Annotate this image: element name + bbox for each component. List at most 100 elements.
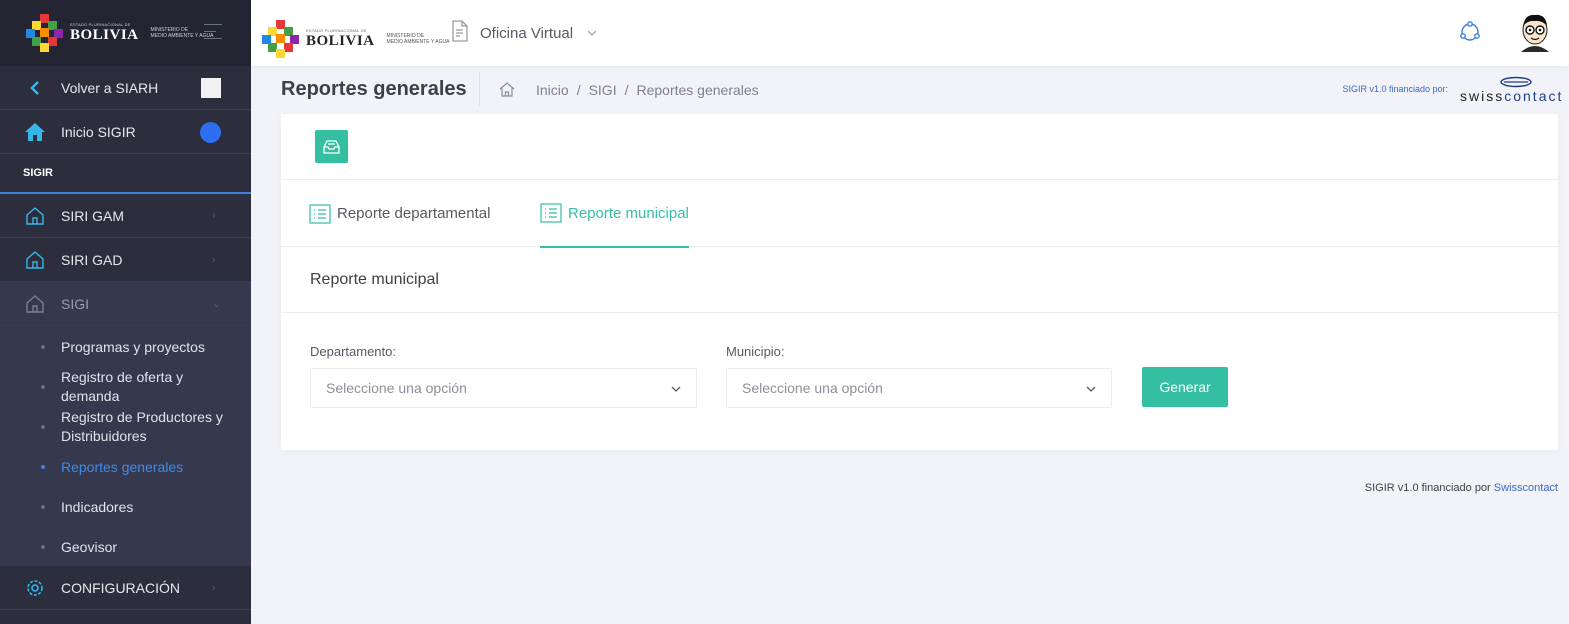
departamento-label: Departamento: xyxy=(310,344,396,359)
submenu-item-oferta[interactable]: Registro de oferta y demanda xyxy=(0,368,251,408)
card-header xyxy=(281,114,1558,180)
submenu-item-reportes[interactable]: Reportes generales xyxy=(0,457,251,477)
footer: SIGIR v1.0 financiado por Swisscontact xyxy=(1365,482,1558,494)
breadcrumb-separator: / xyxy=(576,82,581,98)
chevron-right-icon: › xyxy=(212,253,216,266)
bullet xyxy=(41,345,45,349)
sidebar-item-configuracion[interactable]: CONFIGURACIÓN › xyxy=(0,566,251,610)
breadcrumb-reportes[interactable]: Reportes generales xyxy=(636,82,758,98)
inbox-tray-button[interactable] xyxy=(315,130,348,163)
submenu-item-geovisor[interactable]: Geovisor xyxy=(0,537,251,557)
chevron-down-icon xyxy=(1085,382,1097,398)
breadcrumb-separator: / xyxy=(624,82,629,98)
swisscontact-logo: swisscontact xyxy=(1460,76,1561,104)
report-form: Departamento: Seleccione una opción Muni… xyxy=(281,313,1558,449)
chevron-down-icon xyxy=(670,382,682,398)
sidebar-item-siri-gad[interactable]: SIRI GAD › xyxy=(0,238,251,282)
submenu-item-productores[interactable]: Registro de Productores y Distribuidores xyxy=(0,408,251,448)
sidebar-item-label: Inicio SIGIR xyxy=(61,123,136,140)
chevron-left-icon xyxy=(24,77,46,99)
bolivia-emblem-icon xyxy=(262,20,300,58)
home-icon xyxy=(24,121,46,143)
house-outline-icon xyxy=(24,205,46,227)
sidebar-section-sigir: SIGIR xyxy=(0,154,251,194)
report-card: Reporte departamental Reporte municipal … xyxy=(281,114,1558,450)
sidebar-item-siri-gam[interactable]: SIRI GAM › xyxy=(0,194,251,238)
submenu-label: Geovisor xyxy=(61,539,118,555)
house-outline-icon xyxy=(24,293,46,315)
sigi-submenu: Programas y proyectos Registro de oferta… xyxy=(0,326,251,566)
user-avatar[interactable] xyxy=(1515,10,1555,54)
footer-link-swisscontact[interactable]: Swisscontact xyxy=(1494,482,1558,494)
divider xyxy=(479,72,480,106)
departamento-select[interactable]: Seleccione una opción xyxy=(310,368,697,408)
submenu-label: Programas y proyectos xyxy=(61,339,205,355)
bullet xyxy=(41,425,45,429)
list-icon xyxy=(309,203,331,224)
house-outline-icon xyxy=(24,249,46,271)
chevron-right-icon: › xyxy=(212,209,216,222)
home-outline-icon[interactable] xyxy=(499,82,515,102)
document-icon xyxy=(450,20,470,47)
brand-ministry: MINISTERIO DE MEDIO AMBIENTE Y AGUA xyxy=(387,33,450,45)
page-title: Reportes generales xyxy=(281,78,467,100)
submenu-label: Reportes generales xyxy=(61,459,184,475)
footer-text: SIGIR v1.0 financiado por xyxy=(1364,482,1491,494)
bullet xyxy=(41,545,45,549)
tab-reporte-municipal[interactable]: Reporte municipal xyxy=(540,180,689,248)
subheader: Reportes generales Inicio / SIGI / Repor… xyxy=(251,66,1569,114)
breadcrumb-sigi[interactable]: SIGI xyxy=(589,82,617,98)
swisscontact-wordmark: swisscontact xyxy=(1460,88,1561,104)
sidebar-brand: ESTADO PLURINACIONAL DE BOLIVIA MINISTER… xyxy=(0,0,251,66)
bolivia-emblem-icon xyxy=(26,14,64,52)
breadcrumb-inicio[interactable]: Inicio xyxy=(536,82,569,98)
ministry-line-2: MEDIO AMBIENTE Y AGUA xyxy=(386,39,450,45)
breadcrumb: Inicio / SIGI / Reportes generales xyxy=(536,82,759,98)
bullet xyxy=(41,505,45,509)
report-tabs: Reporte departamental Reporte municipal xyxy=(281,180,1558,248)
sidebar-item-label: CONFIGURACIÓN xyxy=(61,579,180,596)
generate-button[interactable]: Generar xyxy=(1142,367,1228,407)
swisscontact-emblem-icon xyxy=(1500,76,1532,88)
network-icon[interactable] xyxy=(1459,21,1481,48)
gear-icon xyxy=(24,577,46,599)
submenu-item-indicadores[interactable]: Indicadores xyxy=(0,497,251,517)
sidebar-item-sigi[interactable]: SIGI ⌄ xyxy=(0,282,251,326)
section-title: Reporte municipal xyxy=(281,247,1558,313)
submenu-label: Indicadores xyxy=(61,499,134,515)
submenu-label: Registro de Productores y Distribuidores xyxy=(61,409,223,444)
bolivia-logo[interactable]: ESTADO PLURINACIONAL DE BOLIVIA MINISTER… xyxy=(26,14,213,52)
sidebar-item-label: SIRI GAD xyxy=(61,251,123,268)
bolivia-logo[interactable]: ESTADO PLURINACIONAL DE BOLIVIA MINISTER… xyxy=(262,20,449,58)
municipio-placeholder: Seleccione una opción xyxy=(742,380,883,396)
menu-toggle-icon[interactable] xyxy=(204,24,222,40)
tab-label: Reporte departamental xyxy=(337,205,491,222)
sidebar-item-label: SIGI xyxy=(61,295,90,312)
bullet xyxy=(41,385,45,389)
municipio-select[interactable]: Seleccione una opción xyxy=(726,368,1112,408)
departamento-placeholder: Seleccione una opción xyxy=(326,380,467,396)
sidebar-item-volver[interactable]: Volver a SIARH xyxy=(0,66,251,110)
bullet xyxy=(41,465,45,469)
oficina-virtual-menu[interactable]: Oficina Virtual xyxy=(450,20,597,47)
chevron-down-icon: ⌄ xyxy=(212,298,222,310)
tab-reporte-departamental[interactable]: Reporte departamental xyxy=(309,180,490,247)
submenu-item-programas[interactable]: Programas y proyectos xyxy=(0,337,251,357)
submenu-label: Registro de oferta y demanda xyxy=(61,369,184,404)
badge-square xyxy=(201,78,221,98)
sidebar: ESTADO PLURINACIONAL DE BOLIVIA MINISTER… xyxy=(0,0,251,624)
swisscontact-word-a: swiss xyxy=(1460,88,1505,104)
top-bar: ESTADO PLURINACIONAL DE BOLIVIA MINISTER… xyxy=(251,0,1569,66)
municipio-label: Municipio: xyxy=(726,344,785,359)
oficina-virtual-label: Oficina Virtual xyxy=(480,25,574,42)
list-icon xyxy=(540,203,562,223)
funder-text: SIGIR v1.0 financiado por: xyxy=(1342,84,1448,94)
brand-name: BOLIVIA xyxy=(306,33,375,49)
status-dot xyxy=(200,122,221,143)
inbox-icon xyxy=(323,140,340,154)
sidebar-item-label: Volver a SIARH xyxy=(61,79,159,96)
chevron-down-icon xyxy=(587,28,597,39)
sidebar-item-inicio[interactable]: Inicio SIGIR xyxy=(0,110,251,154)
tab-label: Reporte municipal xyxy=(568,204,689,222)
brand-name: BOLIVIA xyxy=(70,27,139,43)
